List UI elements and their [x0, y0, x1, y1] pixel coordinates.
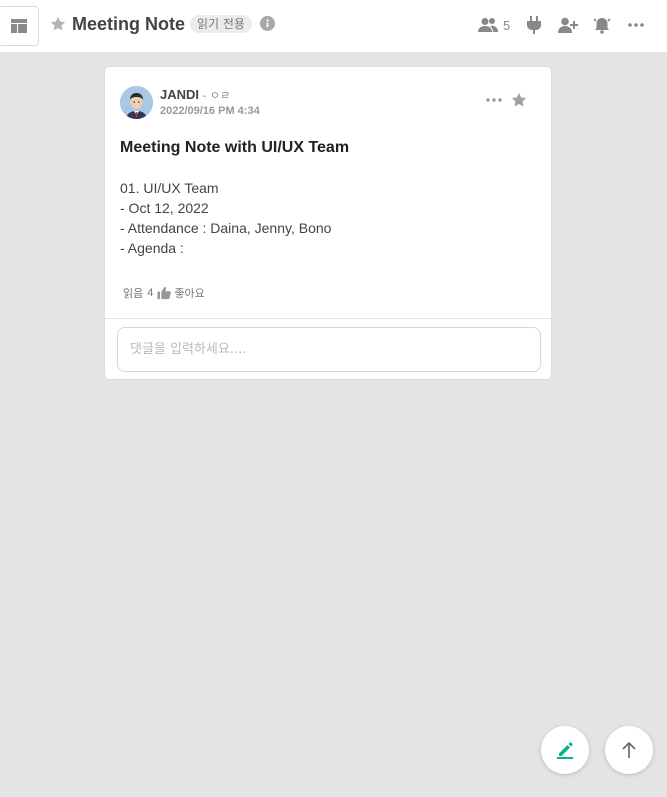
author-line: JANDI - ㅇㄹ: [160, 87, 230, 103]
read-label[interactable]: 읽음: [123, 285, 143, 301]
notification-button[interactable]: [592, 15, 612, 35]
info-icon[interactable]: [260, 16, 275, 31]
more-icon: [628, 23, 644, 27]
post-body-line: - Attendance : Daina, Jenny, Bono: [120, 220, 332, 236]
post-title: Meeting Note with UI/UX Team: [120, 139, 350, 156]
read-count[interactable]: 4: [147, 287, 153, 299]
post-body-line: 01. UI/UX Team: [120, 180, 219, 196]
comment-divider: [105, 318, 551, 319]
post-more-icon[interactable]: [485, 94, 503, 106]
page-title: Meeting Note: [72, 14, 186, 34]
post-card: JANDI - ㅇㄹ 2022/09/16 PM 4:34 Meeting No…: [104, 66, 552, 380]
star-icon[interactable]: [49, 15, 67, 33]
notification-bell-icon: [593, 18, 611, 34]
post-star-icon[interactable]: [510, 91, 528, 109]
members-icon: [478, 18, 498, 32]
post-body: 01. UI/UX Team - Oct 12, 2022 - Attendan…: [120, 178, 331, 258]
members-button[interactable]: 5: [478, 15, 510, 35]
compose-icon: [557, 742, 573, 759]
invite-member-button[interactable]: [558, 15, 578, 35]
post-stats: 읽음 4 좋아요: [123, 285, 205, 301]
scroll-top-button[interactable]: [605, 726, 653, 774]
author-sub: - ㅇㄹ: [199, 89, 231, 102]
post-body-line: - Oct 12, 2022: [120, 200, 209, 216]
more-options-button[interactable]: [626, 15, 646, 35]
post-body-line: - Agenda :: [120, 240, 184, 256]
compose-button[interactable]: [541, 726, 589, 774]
layout-panel-icon: [10, 19, 27, 33]
member-count: 5: [503, 17, 511, 33]
author-name[interactable]: JANDI: [160, 87, 199, 102]
top-header: Meeting Note 읽기 전용 5: [0, 0, 667, 52]
post-timestamp: 2022/09/16 PM 4:34: [160, 105, 260, 117]
scroll-top-icon: [622, 741, 636, 758]
add-member-icon: [558, 17, 578, 33]
layout-toggle-button[interactable]: [0, 6, 39, 46]
readonly-badge: 읽기 전용: [190, 15, 252, 33]
comment-input[interactable]: [117, 327, 541, 372]
avatar-icon: [120, 86, 153, 119]
plug-icon: [527, 16, 541, 34]
avatar[interactable]: [120, 86, 153, 119]
integrations-button[interactable]: [524, 15, 544, 35]
thumbs-up-icon[interactable]: [157, 286, 172, 300]
like-label[interactable]: 좋아요: [174, 285, 204, 301]
